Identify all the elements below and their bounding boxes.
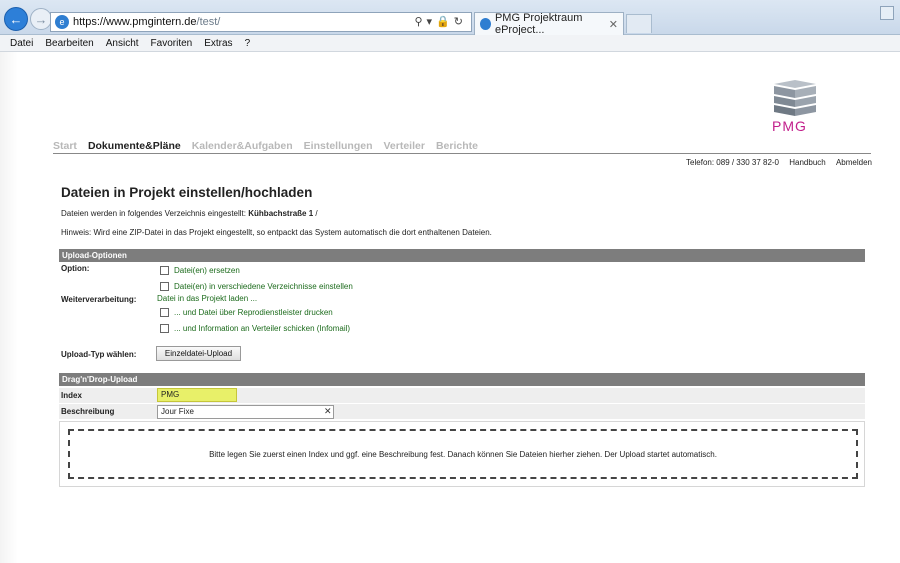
tab-close-icon[interactable]: ✕ xyxy=(609,18,618,31)
nav-kalender[interactable]: Kalender&Aufgaben xyxy=(192,140,293,153)
option-replace[interactable]: Datei(en) ersetzen xyxy=(160,266,240,275)
nav-dokumente[interactable]: Dokumente&Pläne xyxy=(88,140,181,153)
zip-hint: Hinweis: Wird eine ZIP-Datei in das Proj… xyxy=(61,228,492,237)
menu-ansicht[interactable]: Ansicht xyxy=(106,38,139,49)
url-path: /test/ xyxy=(196,16,221,28)
directory-folder-name: Kühbachstraße 1 xyxy=(248,209,314,218)
url-host: https://www.pmgintern.de xyxy=(73,16,197,28)
menu-bearbeiten[interactable]: Bearbeiten xyxy=(45,38,93,49)
clear-icon[interactable]: ✕ xyxy=(324,406,332,417)
menu-extras[interactable]: Extras xyxy=(204,38,232,49)
multi-dir-label: Datei(en) in verschiedene Verzeichnisse … xyxy=(174,282,353,291)
directory-info: Dateien werden in folgendes Verzeichnis … xyxy=(61,209,318,218)
page-title: Dateien in Projekt einstellen/hochladen xyxy=(61,185,313,200)
nav-start[interactable]: Start xyxy=(53,140,77,153)
handbook-link[interactable]: Handbuch xyxy=(789,158,825,167)
menu-help[interactable]: ? xyxy=(245,38,251,49)
menu-bar: Datei Bearbeiten Ansicht Favoriten Extra… xyxy=(0,35,900,52)
address-bar[interactable]: e https://www.pmgintern.de/test/ ⚲▾🔒↻ xyxy=(50,12,472,32)
directory-info-prefix: Dateien werden in folgendes Verzeichnis … xyxy=(61,209,247,218)
load-into-project-text: Datei in das Projekt laden ... xyxy=(157,294,258,303)
index-input[interactable]: PMG xyxy=(157,388,237,402)
pmg-logo[interactable]: PMG xyxy=(768,78,822,138)
upload-options-header: Upload-Optionen xyxy=(59,249,865,262)
tab-favicon-icon xyxy=(480,18,491,30)
replace-checkbox[interactable] xyxy=(160,266,169,275)
browser-tab[interactable]: PMG Projektraum eProject... ✕ xyxy=(474,12,624,36)
page-content: PMG Start Dokumente&Pläne Kalender&Aufga… xyxy=(0,52,900,563)
further-processing-label: Weiterverarbeitung: xyxy=(61,295,137,304)
new-tab-button[interactable] xyxy=(626,14,652,33)
option-multi-dir[interactable]: Datei(en) in verschiedene Verzeichnisse … xyxy=(160,282,353,291)
main-navigation: Start Dokumente&Pläne Kalender&Aufgaben … xyxy=(53,140,871,154)
print-checkbox[interactable] xyxy=(160,308,169,317)
site-favicon-icon: e xyxy=(55,15,69,29)
nav-einstellungen[interactable]: Einstellungen xyxy=(304,140,373,153)
option-label: Option: xyxy=(61,264,90,273)
infomail-label: ... und Information an Verteiler schicke… xyxy=(174,324,351,333)
infomail-checkbox[interactable] xyxy=(160,324,169,333)
nav-berichte[interactable]: Berichte xyxy=(436,140,478,153)
dropzone-instruction: Bitte legen Sie zuerst einen Index und g… xyxy=(209,449,717,459)
menu-favoriten[interactable]: Favoriten xyxy=(151,38,193,49)
index-label: Index xyxy=(61,391,82,400)
description-label: Beschreibung xyxy=(61,407,115,416)
home-icon[interactable] xyxy=(880,6,894,20)
multi-dir-checkbox[interactable] xyxy=(160,282,169,291)
top-right-links: Telefon: 089 / 330 37 82-0 Handbuch Abme… xyxy=(678,158,872,167)
upload-type-label: Upload-Typ wählen: xyxy=(61,350,137,359)
option-infomail[interactable]: ... und Information an Verteiler schicke… xyxy=(160,324,350,333)
file-dropzone[interactable]: Bitte legen Sie zuerst einen Index und g… xyxy=(68,429,858,479)
menu-datei[interactable]: Datei xyxy=(10,38,33,49)
description-input[interactable]: Jour Fixe xyxy=(157,405,334,419)
search-lock-refresh-icons[interactable]: ⚲▾🔒↻ xyxy=(415,15,468,28)
single-file-upload-button[interactable]: Einzeldatei-Upload xyxy=(156,346,241,361)
replace-label: Datei(en) ersetzen xyxy=(174,266,240,275)
nav-verteiler[interactable]: Verteiler xyxy=(384,140,425,153)
logo-brand-text: PMG xyxy=(772,118,807,134)
page-shadow xyxy=(0,52,18,563)
dragdrop-header: Drag'n'Drop-Upload xyxy=(59,373,865,386)
option-print[interactable]: ... und Datei über Reprodienstleister dr… xyxy=(160,308,333,317)
logo-cube-icon xyxy=(774,80,816,116)
tab-title: PMG Projektraum eProject... xyxy=(494,12,583,36)
forward-arrow-icon[interactable]: → xyxy=(30,8,52,30)
browser-chrome: ← → e https://www.pmgintern.de/test/ ⚲▾🔒… xyxy=(0,0,900,36)
logout-link[interactable]: Abmelden xyxy=(836,158,872,167)
directory-info-suffix: / xyxy=(315,209,318,218)
back-arrow-icon[interactable]: ← xyxy=(4,7,28,31)
print-label: ... und Datei über Reprodienstleister dr… xyxy=(174,308,333,317)
phone-text: Telefon: 089 / 330 37 82-0 xyxy=(686,158,780,167)
